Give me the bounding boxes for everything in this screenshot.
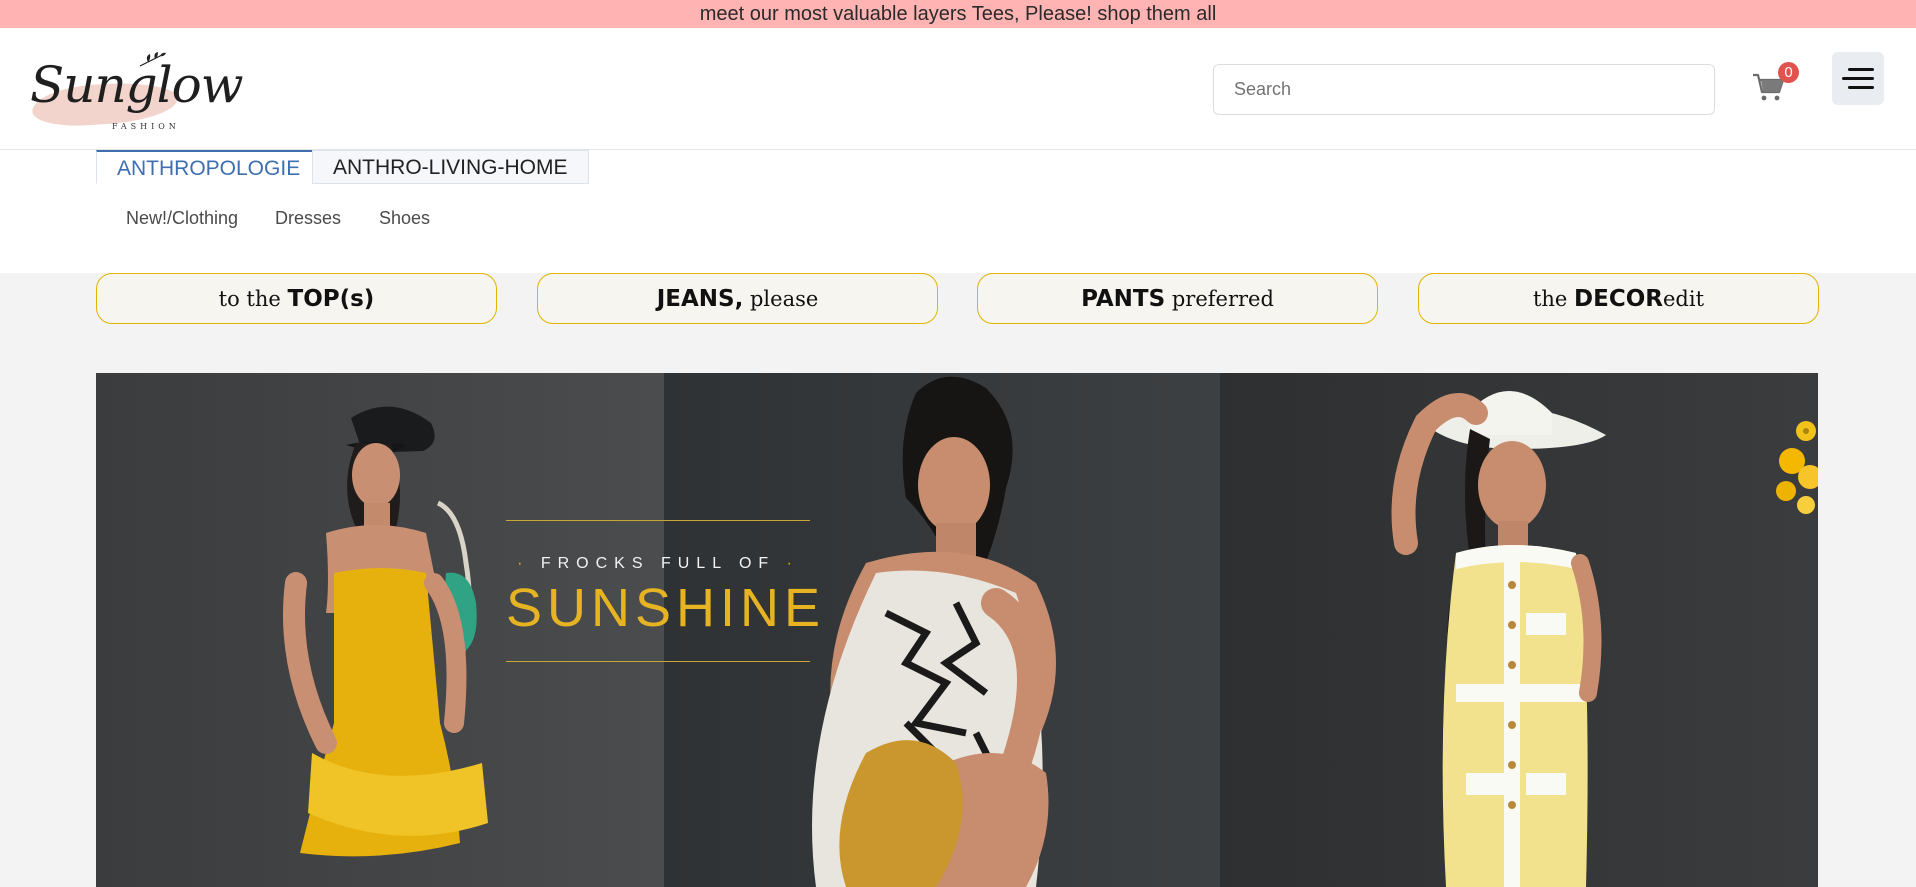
promo-banner[interactable]: meet our most valuable layers Tees, Plea… <box>0 0 1916 28</box>
pill-bold-text: DECOR <box>1574 286 1663 312</box>
pill-bold-text: JEANS, <box>656 286 744 312</box>
hamburger-line <box>1842 77 1874 80</box>
pants-button[interactable]: PANTS preferred <box>977 273 1378 324</box>
site-header: Sunglow FASHION 0 <box>0 28 1916 150</box>
pill-bold-text: TOP(s) <box>287 286 375 312</box>
cart-button[interactable]: 0 <box>1752 62 1802 102</box>
subnav-item-dresses[interactable]: Dresses <box>275 208 341 229</box>
tab-anthropologie[interactable]: ANTHROPOLOGIE <box>96 150 322 184</box>
tops-button[interactable]: to the TOP(s) <box>96 273 497 324</box>
hero-kicker: · FROCKS FULL OF · <box>506 555 810 573</box>
pill-text: please <box>743 287 819 311</box>
hero-title: SUNSHINE <box>506 578 826 638</box>
pill-text: preferred <box>1165 287 1274 311</box>
pill-text: to the <box>218 287 288 311</box>
model-yellow-dress-image <box>283 406 488 857</box>
search-input[interactable] <box>1213 64 1715 115</box>
promo-text[interactable]: meet our most valuable layers Tees, Plea… <box>700 3 1217 25</box>
brand-tagline: FASHION <box>112 122 180 131</box>
hero-banner[interactable]: · FROCKS FULL OF · SUNSHINE <box>96 373 1818 887</box>
yellow-flowers-image <box>1776 421 1818 514</box>
dot-icon: · <box>517 555 530 572</box>
subnav-item-new-clothing[interactable]: New!/Clothing <box>126 208 238 229</box>
hamburger-line <box>1848 86 1874 89</box>
cart-count-badge: 0 <box>1778 62 1799 83</box>
jeans-button[interactable]: JEANS, please <box>537 273 938 324</box>
hamburger-menu-icon <box>1848 68 1874 71</box>
dot-icon: · <box>786 555 799 572</box>
decor-button[interactable]: the DECORedit <box>1418 273 1819 324</box>
pill-text: edit <box>1663 287 1705 311</box>
brand-name: Sunglow <box>30 56 244 114</box>
subnav-item-shoes[interactable]: Shoes <box>379 208 430 229</box>
pill-bold-text: PANTS <box>1081 286 1166 312</box>
category-nav: ANTHROPOLOGIE ANTHRO-LIVING-HOME New!/Cl… <box>0 150 1916 273</box>
tab-anthro-living-home[interactable]: ANTHRO-LIVING-HOME <box>312 150 589 184</box>
brand-logo[interactable]: Sunglow FASHION <box>26 48 244 144</box>
pill-text: the <box>1532 287 1575 311</box>
hero-kicker-text: FROCKS FULL OF <box>540 555 776 572</box>
model-white-hat-image <box>1391 391 1606 887</box>
hero-headline: · FROCKS FULL OF · SUNSHINE <box>506 520 826 662</box>
hero-divider-top <box>506 520 810 521</box>
hero-divider-bottom <box>506 661 810 662</box>
menu-button[interactable] <box>1832 52 1884 105</box>
